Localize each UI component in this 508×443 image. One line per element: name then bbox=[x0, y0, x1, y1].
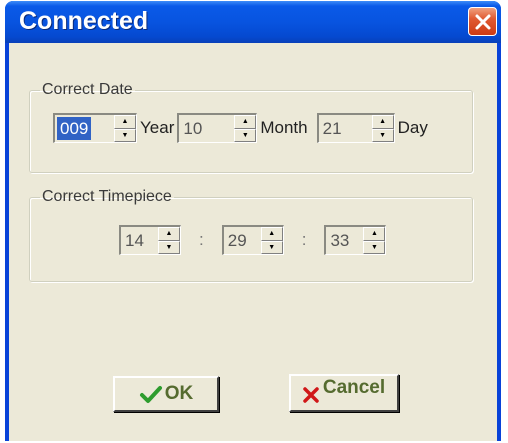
arrow-up-icon: ▲ bbox=[268, 230, 276, 238]
hour-up-button[interactable]: ▲ bbox=[158, 227, 180, 241]
month-down-button[interactable]: ▼ bbox=[234, 128, 257, 142]
arrow-up-icon: ▲ bbox=[379, 118, 387, 126]
hour-spinner[interactable]: 14 ▲ ▼ bbox=[119, 225, 181, 255]
window-title: Connected bbox=[19, 7, 149, 35]
second-up-button[interactable]: ▲ bbox=[363, 227, 386, 241]
time-row: 14 ▲ ▼ : 29 ▲ ▼ : 33 ▲ ▼ bbox=[119, 225, 387, 255]
arrow-up-icon: ▲ bbox=[121, 118, 129, 126]
year-unit-label: Year bbox=[140, 118, 175, 137]
correct-date-legend: Correct Date bbox=[42, 81, 133, 98]
arrow-down-icon: ▼ bbox=[241, 131, 249, 139]
month-value[interactable]: 10 bbox=[179, 115, 204, 142]
time-separator: : bbox=[301, 230, 307, 249]
correct-timepiece-legend: Correct Timepiece bbox=[42, 188, 172, 205]
cancel-button[interactable]: Cancel bbox=[289, 374, 399, 412]
ok-label: OK bbox=[164, 383, 194, 404]
time-separator: : bbox=[199, 230, 204, 249]
day-up-button[interactable]: ▲ bbox=[371, 115, 394, 129]
arrow-up-icon: ▲ bbox=[371, 230, 378, 238]
close-icon bbox=[475, 14, 490, 29]
minute-value[interactable]: 29 bbox=[224, 227, 249, 254]
day-spinner[interactable]: 21 ▲ ▼ bbox=[316, 113, 395, 143]
arrow-down-icon: ▼ bbox=[379, 131, 387, 139]
ok-button[interactable]: OK bbox=[113, 376, 219, 412]
hour-value[interactable]: 14 bbox=[121, 227, 146, 254]
arrow-up-icon: ▲ bbox=[165, 230, 173, 238]
x-mark-icon bbox=[303, 383, 321, 403]
checkmark-icon bbox=[139, 384, 163, 404]
year-value[interactable]: 009 bbox=[57, 117, 92, 140]
close-button[interactable] bbox=[468, 7, 497, 36]
date-row: 009 ▲ ▼ Year 10 ▲ ▼ Month 21 ▲ ▼ Day bbox=[53, 113, 431, 143]
day-unit-label: Day bbox=[397, 118, 428, 137]
hour-down-button[interactable]: ▼ bbox=[158, 240, 180, 254]
second-value[interactable]: 33 bbox=[326, 227, 351, 254]
month-spinner[interactable]: 10 ▲ ▼ bbox=[177, 113, 258, 143]
second-down-button[interactable]: ▼ bbox=[363, 240, 386, 254]
title-bar[interactable]: Connected bbox=[5, 1, 501, 43]
minute-up-button[interactable]: ▲ bbox=[260, 227, 283, 241]
dialog-body: Correct Date 009 ▲ ▼ Year 10 ▲ ▼ Month 2… bbox=[9, 43, 497, 441]
arrow-down-icon: ▼ bbox=[121, 131, 129, 139]
year-down-button[interactable]: ▼ bbox=[114, 128, 136, 142]
year-spinner[interactable]: 009 ▲ ▼ bbox=[53, 113, 137, 143]
second-spinner[interactable]: 33 ▲ ▼ bbox=[324, 225, 387, 255]
month-up-button[interactable]: ▲ bbox=[234, 115, 257, 129]
arrow-down-icon: ▼ bbox=[268, 243, 276, 251]
minute-down-button[interactable]: ▼ bbox=[260, 240, 283, 254]
dialog-window: Connected Correct Date 009 ▲ ▼ Year 10 ▲… bbox=[5, 1, 501, 441]
arrow-down-icon: ▼ bbox=[165, 243, 173, 251]
arrow-up-icon: ▲ bbox=[241, 118, 249, 126]
minute-spinner[interactable]: 29 ▲ ▼ bbox=[221, 225, 284, 255]
month-unit-label: Month bbox=[260, 118, 308, 137]
arrow-down-icon: ▼ bbox=[371, 243, 378, 251]
day-down-button[interactable]: ▼ bbox=[371, 128, 394, 142]
day-value[interactable]: 21 bbox=[319, 115, 344, 142]
cancel-label: Cancel bbox=[322, 377, 386, 398]
year-up-button[interactable]: ▲ bbox=[114, 115, 136, 129]
